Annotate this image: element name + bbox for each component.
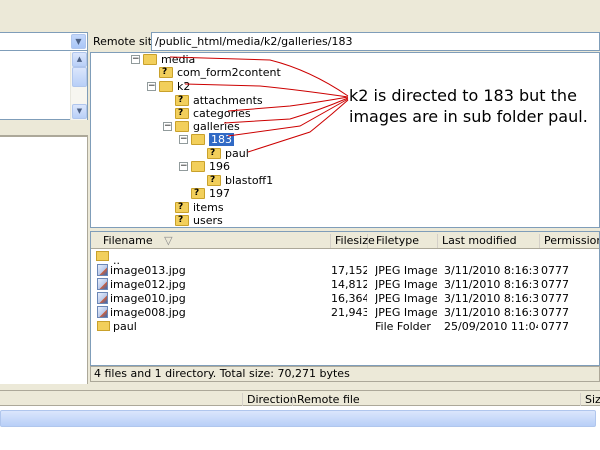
collapse-icon[interactable]: − <box>163 122 172 131</box>
file-type: JPEG Image <box>375 278 437 291</box>
unknown-folder-icon <box>175 201 189 214</box>
remote-file-list[interactable]: Filename ▽ Filesize Filetype Last modifi… <box>90 231 600 366</box>
file-name: image010.jpg <box>110 292 186 305</box>
folder-icon <box>175 121 189 132</box>
queue-header: Direction Remote file Size <box>0 390 600 406</box>
unknown-folder-icon <box>191 187 205 200</box>
tree-node-paul[interactable]: paul <box>207 147 249 160</box>
table-row[interactable]: paul File Folder 25/09/2010 11:04:... 07… <box>91 320 599 334</box>
queue-column-direction[interactable]: Direction <box>242 393 297 406</box>
collapse-icon[interactable]: − <box>131 55 140 64</box>
file-perms: 0777 <box>541 292 569 305</box>
chevron-down-icon[interactable]: ▼ <box>71 34 86 49</box>
queue-horizontal-scrollbar[interactable] <box>0 410 596 427</box>
tree-node-attachments[interactable]: attachments <box>175 94 263 107</box>
local-path-combo[interactable]: ▼ <box>0 32 88 51</box>
remote-tree[interactable]: − media com_form2content − k2 attachment… <box>90 52 600 228</box>
folder-icon <box>143 54 157 65</box>
file-size: 17,152 <box>331 264 367 277</box>
tree-node-197[interactable]: 197 <box>191 187 230 200</box>
file-perms: 0777 <box>541 320 569 333</box>
table-row[interactable]: image008.jpg 21,943 JPEG Image 3/11/2010… <box>91 306 599 320</box>
unknown-folder-icon <box>207 174 221 187</box>
file-size: 21,943 <box>331 306 367 319</box>
file-type: JPEG Image <box>375 264 437 277</box>
file-modified: 3/11/2010 8:16:33... <box>444 264 538 277</box>
annotation-text: k2 is directed to 183 but the images are… <box>349 86 588 126</box>
tree-node-categories[interactable]: categories <box>175 107 251 120</box>
table-row[interactable]: .. <box>91 250 599 267</box>
folder-icon <box>191 161 205 172</box>
scroll-down-icon[interactable]: ▼ <box>72 104 87 119</box>
tree-node-media[interactable]: media <box>143 53 195 66</box>
file-list-header: Filename ▽ Filesize Filetype Last modifi… <box>91 232 599 249</box>
parent-folder-icon <box>96 251 109 261</box>
file-modified: 3/11/2010 8:16:34... <box>444 306 538 319</box>
tree-node-183[interactable]: 183 <box>191 133 234 146</box>
remote-site-bar: Remote site: /public_html/media/k2/galle… <box>90 32 600 52</box>
column-filesize[interactable]: Filesize <box>331 234 375 248</box>
queue-column-size[interactable]: Size <box>580 393 600 406</box>
tree-node-com-form2content[interactable]: com_form2content <box>159 66 281 79</box>
column-filename[interactable]: Filename ▽ <box>91 234 331 248</box>
tree-node-k2[interactable]: k2 <box>159 80 190 93</box>
tree-node-blastoff1[interactable]: blastoff1 <box>207 174 273 187</box>
file-modified: 3/11/2010 8:16:34... <box>444 292 538 305</box>
queue-list[interactable] <box>0 406 600 450</box>
table-row[interactable]: image013.jpg 17,152 JPEG Image 3/11/2010… <box>91 264 599 278</box>
table-row[interactable]: image010.jpg 16,364 JPEG Image 3/11/2010… <box>91 292 599 306</box>
scroll-up-icon[interactable]: ▲ <box>72 52 87 67</box>
file-modified: 3/11/2010 8:16:32... <box>444 278 538 291</box>
file-perms: 0777 <box>541 264 569 277</box>
file-list-status: 4 files and 1 directory. Total size: 70,… <box>90 366 600 382</box>
folder-icon <box>159 81 173 92</box>
file-name: image008.jpg <box>110 306 186 319</box>
file-type: JPEG Image <box>375 306 437 319</box>
remote-path-input[interactable]: /public_html/media/k2/galleries/183 <box>151 32 600 51</box>
tree-node-196[interactable]: 196 <box>191 160 230 173</box>
local-file-list[interactable] <box>0 136 88 384</box>
file-name: paul <box>113 320 137 333</box>
column-filetype[interactable]: Filetype <box>372 234 438 248</box>
folder-icon <box>191 134 205 145</box>
tree-node-users[interactable]: users <box>175 214 223 227</box>
collapse-icon[interactable]: − <box>179 135 188 144</box>
unknown-folder-icon <box>207 147 221 160</box>
file-perms: 0777 <box>541 306 569 319</box>
table-row[interactable]: image012.jpg 14,812 JPEG Image 3/11/2010… <box>91 278 599 292</box>
collapse-icon[interactable]: − <box>179 162 188 171</box>
jpeg-file-icon <box>97 264 108 276</box>
jpeg-file-icon <box>97 292 108 304</box>
scroll-thumb[interactable] <box>72 67 87 87</box>
file-name: image012.jpg <box>110 278 186 291</box>
file-type: JPEG Image <box>375 292 437 305</box>
unknown-folder-icon <box>175 94 189 107</box>
file-modified: 25/09/2010 11:04:... <box>444 320 538 333</box>
jpeg-file-icon <box>97 306 108 318</box>
column-last-modified[interactable]: Last modified <box>438 234 540 248</box>
file-size: 16,364 <box>331 292 367 305</box>
local-list-header <box>0 120 88 136</box>
tree-node-items[interactable]: items <box>175 201 224 214</box>
file-name: image013.jpg <box>110 264 186 277</box>
file-size: 14,812 <box>331 278 367 291</box>
tree-node-galleries[interactable]: galleries <box>175 120 240 133</box>
sort-icon: ▽ <box>164 234 173 247</box>
collapse-icon[interactable]: − <box>147 82 156 91</box>
local-tree-scrollbar[interactable]: ▲ ▼ <box>70 52 87 120</box>
column-permissions[interactable]: Permissions <box>540 234 599 248</box>
unknown-folder-icon <box>159 66 173 79</box>
unknown-folder-icon <box>175 107 189 120</box>
queue-column-remote-file[interactable]: Remote file <box>292 393 492 406</box>
unknown-folder-icon <box>175 214 189 227</box>
folder-icon <box>97 321 110 331</box>
file-perms: 0777 <box>541 278 569 291</box>
jpeg-file-icon <box>97 278 108 290</box>
file-type: File Folder <box>375 320 431 333</box>
